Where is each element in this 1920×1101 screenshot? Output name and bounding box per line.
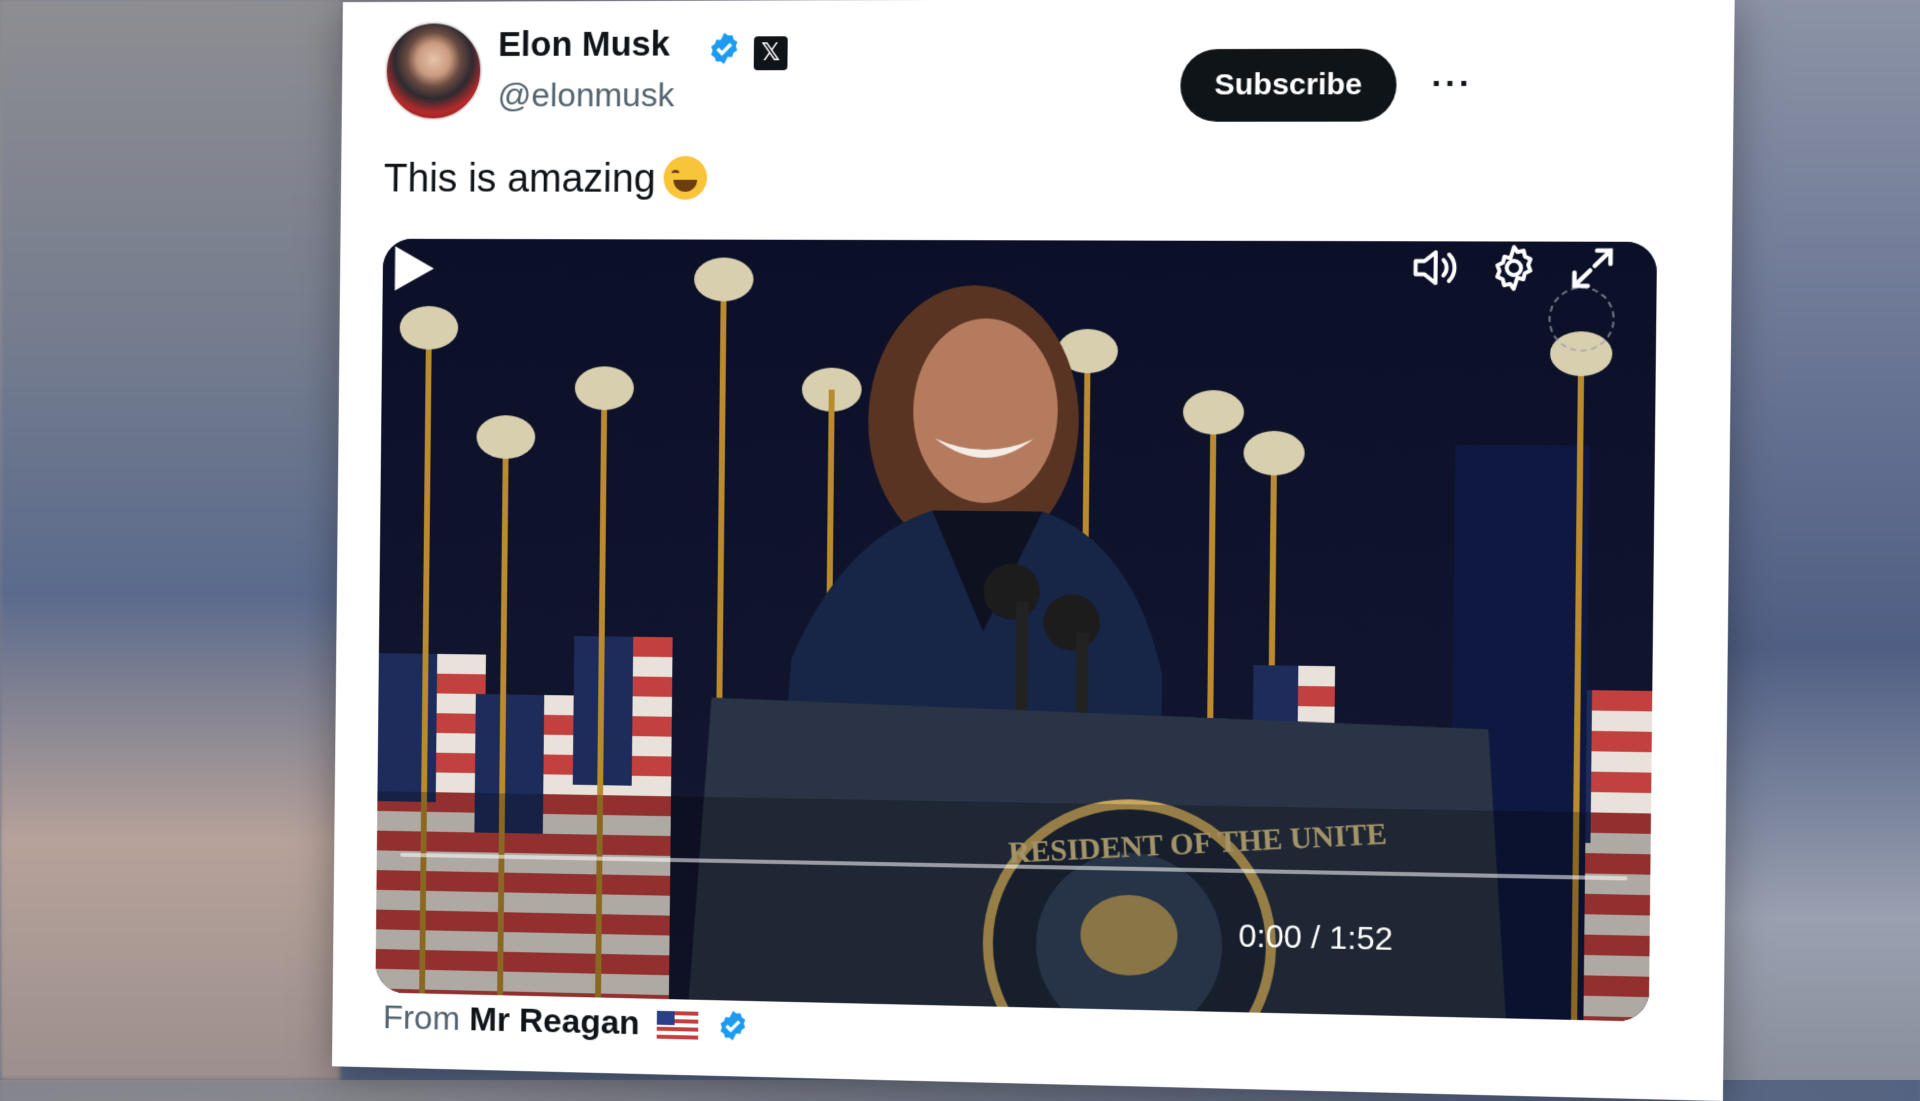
from-label: From [382, 998, 461, 1038]
us-flag-icon [656, 1010, 699, 1040]
watermark-seal-icon [1548, 286, 1616, 352]
video-attribution: From Mr Reagan [383, 998, 750, 1045]
post-card: Elon Musk 𝕏 @elonmusk Subscribe ··· This… [331, 0, 1735, 1101]
more-options-icon[interactable]: ··· [1431, 65, 1473, 105]
source-account-name[interactable]: Mr Reagan [469, 1000, 640, 1042]
source-verified-badge-icon [715, 1010, 749, 1041]
author-handle[interactable]: @elonmusk [497, 76, 674, 115]
fullscreen-icon[interactable] [1565, 242, 1619, 295]
x-affiliation-icon: 𝕏 [753, 36, 788, 71]
settings-gear-icon[interactable] [1487, 241, 1541, 294]
subscribe-button[interactable]: Subscribe [1180, 48, 1397, 122]
face-with-tears-of-joy-icon [663, 155, 708, 200]
video-time: 0:00 / 1:52 [1238, 917, 1394, 957]
author-avatar[interactable] [384, 21, 483, 121]
volume-icon[interactable] [1409, 241, 1463, 294]
video-player[interactable]: RESIDENT OF THE UNITE 0:00 / 1:52 [375, 238, 1658, 1022]
verified-badge-icon [706, 32, 742, 65]
play-icon[interactable] [383, 239, 442, 298]
background-blur-left [0, 0, 340, 1080]
post-text-content: This is amazing [383, 156, 656, 201]
author-name[interactable]: Elon Musk [498, 25, 670, 65]
video-frame: RESIDENT OF THE UNITE [375, 238, 1658, 1022]
post-text: This is amazing [383, 155, 708, 202]
